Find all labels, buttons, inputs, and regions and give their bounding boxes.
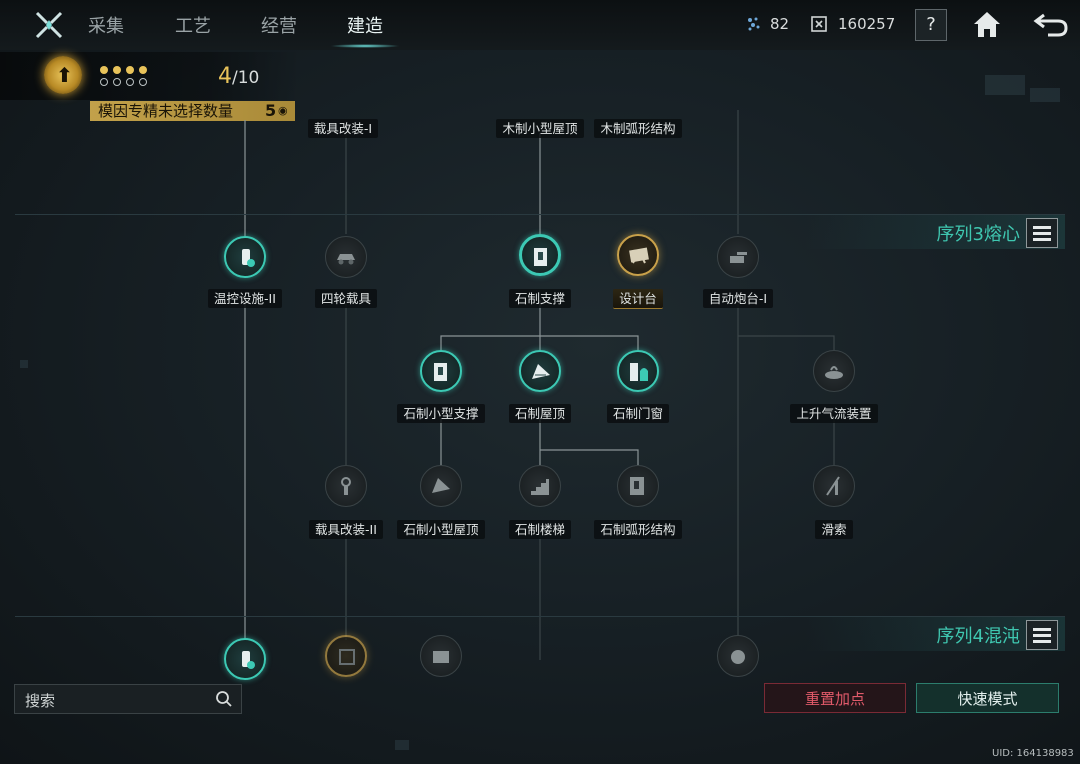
- node-stone-roof[interactable]: [519, 350, 561, 392]
- node-label-wood-arch[interactable]: 木制弧形结构: [583, 118, 693, 138]
- frame-icon: [339, 649, 355, 665]
- roof-icon: [432, 478, 450, 493]
- box-icon: [433, 651, 449, 663]
- level-dot: [100, 78, 108, 86]
- user-id: UID: 164138983: [992, 748, 1074, 759]
- node-label: 温控设施-II: [190, 288, 300, 308]
- node-auto-turret-1[interactable]: [717, 236, 759, 278]
- sequence-4-menu-button[interactable]: [1026, 620, 1058, 650]
- search-icon[interactable]: [215, 690, 233, 708]
- node-label: 滑索: [779, 519, 889, 539]
- search-input[interactable]: 搜索: [25, 690, 55, 711]
- node-label: 石制小型支撑: [386, 403, 496, 423]
- node-design-table[interactable]: [617, 234, 659, 276]
- node-seq4-frame[interactable]: [325, 635, 367, 677]
- node-stone-arch[interactable]: [617, 465, 659, 507]
- node-stone-small-roof[interactable]: [420, 465, 462, 507]
- sequence-4-title: 序列4混沌: [936, 626, 1020, 647]
- updraft-icon: [825, 366, 843, 379]
- stone-support-icon: [534, 248, 547, 266]
- node-seq4-machine[interactable]: [717, 635, 759, 677]
- level-dot: [139, 78, 147, 86]
- node-label: 石制支撑: [485, 288, 595, 308]
- stairs-icon: [531, 479, 549, 495]
- fast-mode-button[interactable]: 快速模式: [916, 683, 1059, 713]
- car-icon: [337, 254, 355, 265]
- temperature-tower-icon: [242, 651, 255, 669]
- level-dot: [100, 66, 108, 74]
- node-temperature-facility-2[interactable]: [224, 236, 266, 278]
- node-label: 石制门窗: [583, 403, 693, 423]
- stone-support-icon: [434, 363, 447, 381]
- zipline-icon: [826, 476, 840, 496]
- level-dot: [126, 78, 134, 86]
- node-label-wood-small-roof[interactable]: 木制小型屋顶: [485, 118, 595, 138]
- level-dot: [113, 78, 121, 86]
- sequence-3-menu-button[interactable]: [1026, 218, 1058, 248]
- node-stone-small-support[interactable]: [420, 350, 462, 392]
- node-label: 载具改装-II: [291, 519, 401, 539]
- node-label: 自动炮台-I: [683, 288, 793, 308]
- node-label: 石制弧形结构: [583, 519, 693, 539]
- node-label: 上升气流装置: [779, 403, 889, 423]
- door-window-icon: [630, 363, 648, 381]
- node-label: 四轮载具: [291, 288, 401, 308]
- node-label: 石制屋顶: [485, 403, 595, 423]
- sequence-3-title: 序列3熔心: [936, 224, 1020, 245]
- search-field[interactable]: 搜索: [14, 684, 242, 714]
- machine-icon: [731, 650, 745, 664]
- node-label-vehicle-mod-1[interactable]: 载具改装-I: [288, 118, 398, 138]
- design-table-icon: [629, 247, 649, 264]
- turret-icon: [730, 252, 747, 263]
- node-stone-stairs[interactable]: [519, 465, 561, 507]
- node-label: 石制楼梯: [485, 519, 595, 539]
- level-dot: [126, 66, 134, 74]
- level-dot: [113, 66, 121, 74]
- reset-points-button[interactable]: 重置加点: [764, 683, 906, 713]
- node-vehicle-mod-2[interactable]: [325, 465, 367, 507]
- node-label: 石制小型屋顶: [386, 519, 496, 539]
- node-label: 设计台: [583, 288, 693, 309]
- node-seq4-temperature[interactable]: [224, 638, 266, 680]
- level-dot: [139, 66, 147, 74]
- roof-icon: [532, 364, 550, 379]
- temperature-tower-icon: [242, 249, 255, 267]
- node-stone-door-window[interactable]: [617, 350, 659, 392]
- node-stone-support[interactable]: [519, 234, 561, 276]
- node-seq4-box[interactable]: [420, 635, 462, 677]
- wrench-icon: [341, 477, 351, 495]
- node-zipline[interactable]: [813, 465, 855, 507]
- node-four-wheel-vehicle[interactable]: [325, 236, 367, 278]
- node-updraft-device[interactable]: [813, 350, 855, 392]
- arch-icon: [630, 477, 644, 495]
